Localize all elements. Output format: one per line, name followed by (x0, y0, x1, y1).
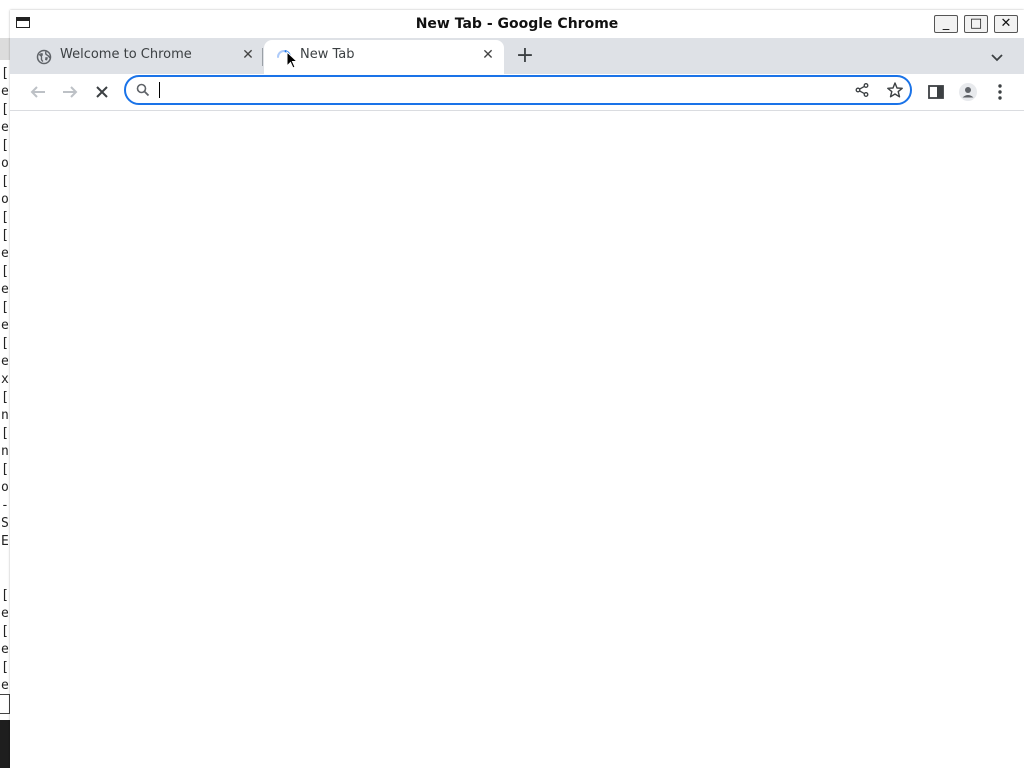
profile-button[interactable] (956, 80, 980, 104)
address-input[interactable] (158, 80, 838, 100)
maximize-button[interactable]: □ (964, 15, 988, 33)
text-caret (159, 82, 160, 98)
arrow-left-icon (30, 86, 45, 98)
avatar-icon (959, 83, 977, 101)
tab-close-icon[interactable]: ✕ (240, 47, 256, 63)
chrome-window: New Tab - Google Chrome _ □ ✕ Welcome to… (10, 10, 1024, 768)
side-panel-button[interactable] (924, 80, 948, 104)
window-title: New Tab - Google Chrome (415, 16, 619, 32)
chrome-menu-button[interactable] (988, 80, 1012, 104)
tab-separator (262, 48, 263, 66)
tab-new-tab[interactable]: New Tab ✕ (264, 40, 504, 74)
back-button[interactable] (26, 80, 50, 104)
globe-icon (36, 49, 52, 65)
tab-title: New Tab (300, 47, 355, 62)
tab-close-icon[interactable]: ✕ (480, 47, 496, 63)
tab-search-button[interactable] (986, 46, 1008, 68)
arrow-right-icon (63, 86, 78, 98)
tab-strip: Welcome to Chrome ✕ New Tab ✕ + (10, 38, 1024, 74)
search-icon (136, 83, 150, 97)
new-tab-button[interactable]: + (512, 44, 538, 70)
page-content[interactable] (16, 111, 1018, 768)
minimize-button[interactable]: _ (934, 15, 958, 33)
stop-loading-button[interactable] (90, 80, 114, 104)
tab-welcome-to-chrome[interactable]: Welcome to Chrome ✕ (24, 40, 264, 74)
mouse-pointer-icon (286, 51, 298, 69)
close-window-button[interactable]: ✕ (994, 15, 1018, 33)
address-bar[interactable] (124, 75, 912, 105)
terminal-cursor-box (0, 694, 10, 714)
tab-title: Welcome to Chrome (60, 47, 192, 62)
side-panel-icon (928, 85, 944, 99)
bookmark-star-icon[interactable] (886, 81, 904, 99)
close-icon (96, 86, 108, 98)
chevron-down-icon (991, 54, 1003, 62)
forward-button[interactable] (58, 80, 82, 104)
share-icon[interactable] (854, 82, 870, 98)
toolbar (10, 74, 1024, 111)
kebab-menu-icon (998, 84, 1002, 100)
window-title-bar[interactable]: New Tab - Google Chrome _ □ ✕ (10, 10, 1024, 39)
